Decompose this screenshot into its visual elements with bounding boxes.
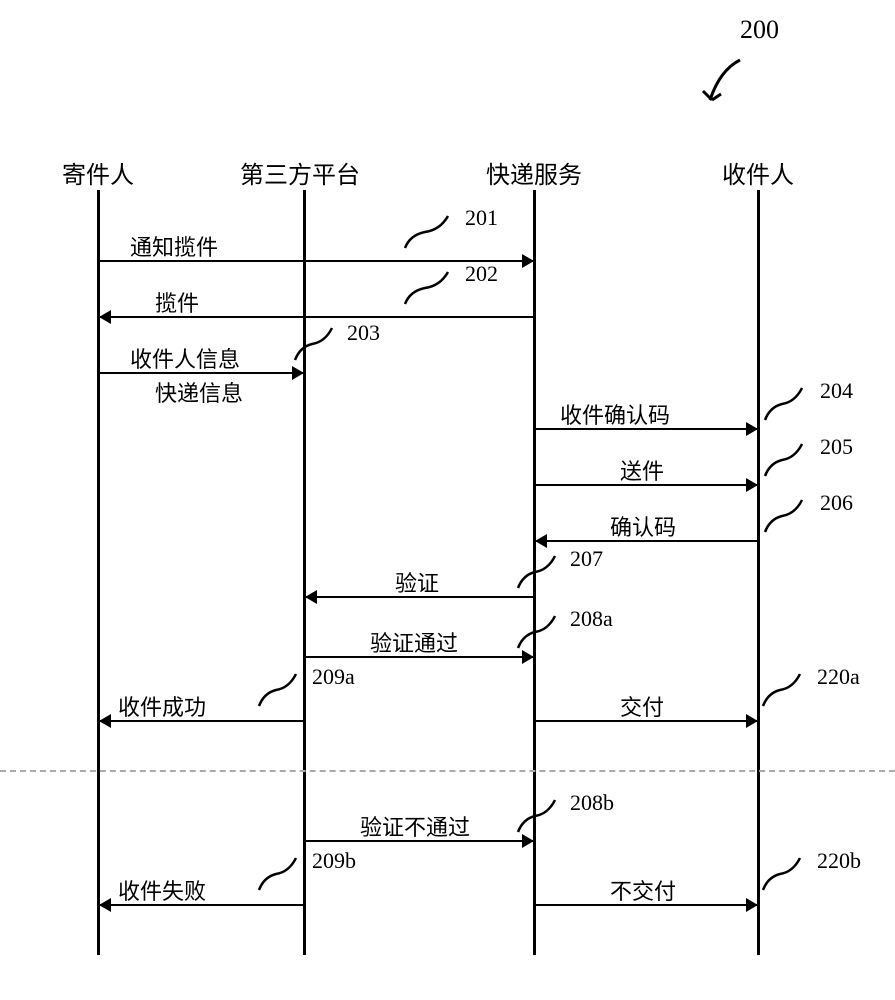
- msg-208a-label: 验证通过: [370, 626, 458, 658]
- msg-207-label: 验证: [395, 566, 439, 598]
- ref-curve-220a: [758, 668, 813, 713]
- participant-recipient: 收件人: [688, 155, 828, 190]
- msg-208b-label: 验证不通过: [360, 810, 470, 842]
- ref-num-202: 202: [465, 261, 498, 287]
- ref-num-206: 206: [820, 490, 853, 516]
- arrow-head-icon: [746, 714, 758, 728]
- participant-platform: 第三方平台: [230, 155, 370, 190]
- lifeline-recipient: [757, 190, 760, 955]
- msg-209a-label: 收件成功: [118, 690, 206, 722]
- msg-202-label: 揽件: [155, 286, 199, 318]
- ref-num-208a: 208a: [570, 606, 613, 632]
- alt-divider: [0, 770, 895, 772]
- ref-num-201: 201: [465, 205, 498, 231]
- lifeline-sender: [97, 190, 100, 955]
- ref-curve-201: [400, 210, 460, 255]
- ref-curve-202: [400, 266, 460, 311]
- ref-num-205: 205: [820, 434, 853, 460]
- msg-220b-label: 不交付: [610, 874, 676, 906]
- ref-curve-208b: [513, 794, 568, 839]
- msg-205-label: 送件: [620, 454, 664, 486]
- msg-206-label: 确认码: [610, 510, 676, 542]
- msg-209b-label: 收件失败: [118, 874, 206, 906]
- ref-curve-205: [760, 438, 815, 483]
- ref-num-204: 204: [820, 378, 853, 404]
- ref-curve-206: [760, 494, 815, 539]
- figure-number: 200: [740, 15, 779, 45]
- ref-curve-203: [290, 322, 345, 367]
- participant-sender: 寄件人: [28, 155, 168, 190]
- ref-curve-209a: [254, 668, 309, 713]
- arrow-head-icon: [99, 898, 111, 912]
- arrow-head-icon: [292, 366, 304, 380]
- msg-201-label: 通知揽件: [130, 230, 218, 262]
- ref-num-203: 203: [347, 320, 380, 346]
- arrow-head-icon: [746, 422, 758, 436]
- ref-num-209a: 209a: [312, 664, 355, 690]
- participant-courier: 快递服务: [464, 155, 604, 190]
- ref-curve-220b: [758, 852, 813, 897]
- msg-203-label: 收件人信息: [130, 342, 240, 374]
- msg-220a-label: 交付: [620, 690, 664, 722]
- arrow-head-icon: [99, 310, 111, 324]
- ref-num-220b: 220b: [817, 848, 861, 874]
- msg-203-label-2: 快递信息: [155, 376, 243, 408]
- arrow-head-icon: [522, 254, 534, 268]
- msg-204-label: 收件确认码: [560, 398, 670, 430]
- arrow-head-icon: [746, 898, 758, 912]
- ref-num-207: 207: [570, 546, 603, 572]
- ref-curve-208a: [513, 610, 568, 655]
- figure-lead-curve: [690, 45, 760, 115]
- arrow-head-icon: [99, 714, 111, 728]
- ref-num-208b: 208b: [570, 790, 614, 816]
- ref-curve-209b: [254, 852, 309, 897]
- arrow-head-icon: [305, 590, 317, 604]
- arrow-head-icon: [535, 534, 547, 548]
- arrow-head-icon: [746, 478, 758, 492]
- ref-num-209b: 209b: [312, 848, 356, 874]
- ref-curve-207: [513, 550, 568, 595]
- sequence-diagram-canvas: 200 寄件人 第三方平台 快递服务 收件人 通知揽件 201 揽件 202 收…: [0, 0, 895, 1000]
- ref-curve-204: [760, 382, 815, 427]
- ref-num-220a: 220a: [817, 664, 860, 690]
